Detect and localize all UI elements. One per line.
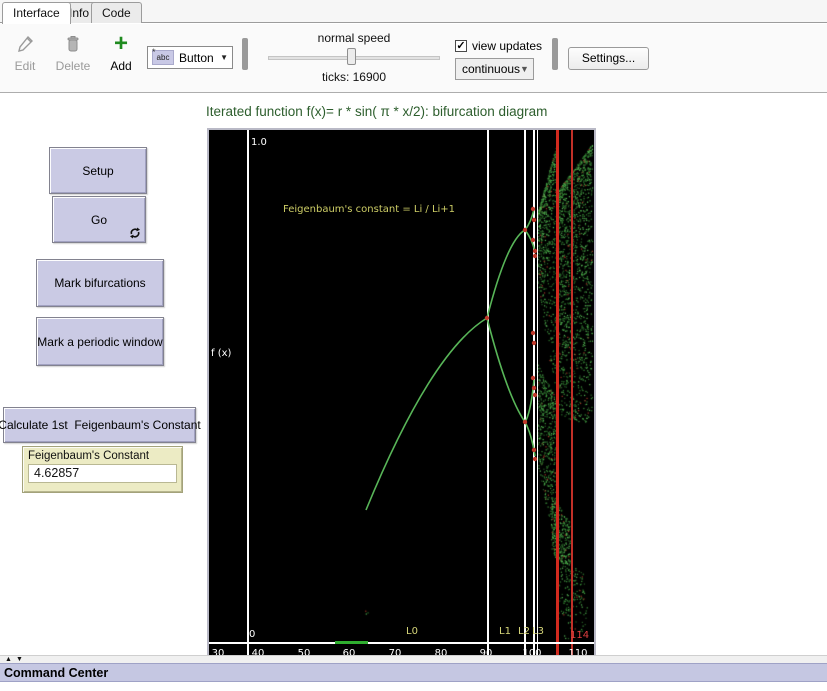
region-label-l0: L0 bbox=[406, 626, 418, 637]
setup-button-label: Setup bbox=[82, 164, 113, 178]
setup-button[interactable]: Setup bbox=[49, 147, 147, 194]
bifurcation-dot-2 bbox=[523, 420, 527, 424]
bifurcation-dot-13 bbox=[531, 331, 535, 335]
update-mode-value: continuous bbox=[462, 62, 520, 76]
region-label-l3: L3 bbox=[532, 626, 544, 637]
add-label: Add bbox=[98, 59, 144, 73]
update-mode-dropdown[interactable]: continuous ▼ bbox=[455, 58, 534, 80]
tab-bar: Interface Info Code bbox=[0, 0, 827, 23]
pencil-icon bbox=[2, 34, 48, 56]
mark-bifurcations-button[interactable]: Mark bifurcations bbox=[36, 259, 164, 307]
go-button[interactable]: Go bbox=[52, 196, 146, 243]
plot-annotation: Feigenbaum's constant = Li / Li+1 bbox=[283, 204, 455, 215]
plot-vline-6 bbox=[571, 130, 573, 658]
view-updates-checkbox[interactable]: ✓ bbox=[455, 40, 467, 52]
edit-label: Edit bbox=[2, 59, 48, 73]
plot-vline-5 bbox=[556, 130, 559, 658]
forever-icon bbox=[129, 227, 141, 239]
plot-vline-1 bbox=[487, 130, 489, 658]
go-button-label: Go bbox=[91, 213, 107, 227]
toolbar-divider-2 bbox=[552, 38, 558, 70]
edit-button[interactable]: Edit bbox=[2, 34, 48, 73]
plot-vline-4 bbox=[537, 130, 538, 658]
bifurcation-dot-8 bbox=[531, 376, 535, 380]
feigenbaum-monitor: Feigenbaum's Constant 4.62857 bbox=[22, 446, 183, 493]
bifurcation-dot-9 bbox=[532, 386, 536, 390]
toolbar-divider bbox=[242, 38, 248, 70]
bifurcation-curve-4 bbox=[487, 318, 525, 422]
bifurcation-dot-11 bbox=[532, 448, 536, 452]
bifurcation-dot-12 bbox=[533, 457, 537, 461]
delete-button[interactable]: Delete bbox=[50, 34, 96, 73]
bifurcation-dot-1 bbox=[523, 228, 527, 232]
bifurcation-dot-10 bbox=[533, 393, 537, 397]
view-updates-control: ✓ view updates bbox=[455, 39, 542, 53]
add-button[interactable]: + Add bbox=[98, 34, 144, 73]
monitor-label: Feigenbaum's Constant bbox=[28, 450, 177, 462]
bifurcation-dot-0 bbox=[485, 316, 489, 320]
plot-overlay: 1.0 0 f (x) L0 L1 L2L3 114 Feigenbaum's constan… bbox=[209, 130, 594, 658]
view-updates-label: view updates bbox=[472, 39, 542, 53]
speed-slider-label: normal speed bbox=[268, 31, 440, 45]
command-center-splitter[interactable]: ▲ ▼ bbox=[0, 655, 827, 663]
speed-slider-handle[interactable] bbox=[347, 48, 356, 65]
delete-label: Delete bbox=[50, 59, 96, 73]
region-label-l2: L2 bbox=[518, 626, 530, 637]
plus-icon: + bbox=[98, 34, 144, 56]
bifurcation-curve-1 bbox=[487, 230, 525, 318]
widget-type-dropdown[interactable]: *abc Button ▼ bbox=[147, 46, 233, 69]
netlogo-window: Interface Info Code Edit Delete + Add *a… bbox=[0, 0, 827, 691]
bifurcation-dot-6 bbox=[533, 249, 537, 253]
plot-vline-2 bbox=[524, 130, 526, 658]
calculate-feigenbaum-button[interactable]: Calculate 1st Feigenbaum's Constant bbox=[3, 407, 196, 443]
region-label-l1: L1 bbox=[499, 626, 511, 637]
tab-code[interactable]: Code bbox=[91, 2, 142, 23]
command-center-header: Command Center bbox=[0, 663, 827, 682]
y-axis-label: f (x) bbox=[211, 348, 232, 359]
plot-title: Iterated function f(x)= r * sin( π * x/2… bbox=[206, 104, 547, 119]
ticks-counter: ticks: 16900 bbox=[268, 70, 440, 84]
bifurcation-dot-7 bbox=[533, 254, 537, 258]
button-widget-icon: *abc bbox=[152, 50, 174, 65]
tab-interface[interactable]: Interface bbox=[2, 2, 71, 24]
monitor-value: 4.62857 bbox=[28, 464, 177, 483]
trash-icon bbox=[50, 34, 96, 56]
bifurcation-dot-14 bbox=[532, 341, 536, 345]
dropdown-arrow-icon: ▼ bbox=[220, 53, 228, 62]
plot-vline-0 bbox=[247, 130, 249, 658]
periodic-window-mark bbox=[335, 641, 368, 644]
plot-x-axis bbox=[209, 642, 594, 644]
mark-bifurcations-label: Mark bifurcations bbox=[54, 276, 145, 290]
bifurcation-plot: 1.0 0 f (x) L0 L1 L2L3 114 Feigenbaum's constan… bbox=[207, 128, 596, 660]
right-edge-label: 114 bbox=[570, 630, 589, 641]
toolbar: Edit Delete + Add *abc Button ▼ normal s… bbox=[0, 24, 827, 93]
mark-periodic-window-button[interactable]: Mark a periodic window bbox=[36, 317, 164, 366]
chevron-down-icon: ▼ bbox=[520, 64, 529, 74]
calculate-feigenbaum-label: Calculate 1st Feigenbaum's Constant bbox=[0, 418, 201, 432]
bifurcation-dot-3 bbox=[531, 207, 535, 211]
y-max-label: 1.0 bbox=[251, 137, 267, 148]
settings-button[interactable]: Settings... bbox=[568, 47, 649, 70]
widget-type-value: Button bbox=[179, 51, 214, 65]
bifurcation-curve-0 bbox=[366, 318, 487, 510]
y-min-label: 0 bbox=[249, 629, 255, 640]
mark-periodic-window-label: Mark a periodic window bbox=[37, 335, 162, 349]
bifurcation-dot-4 bbox=[532, 218, 536, 222]
bifurcation-dot-5 bbox=[531, 238, 535, 242]
command-center-body[interactable] bbox=[0, 682, 827, 691]
